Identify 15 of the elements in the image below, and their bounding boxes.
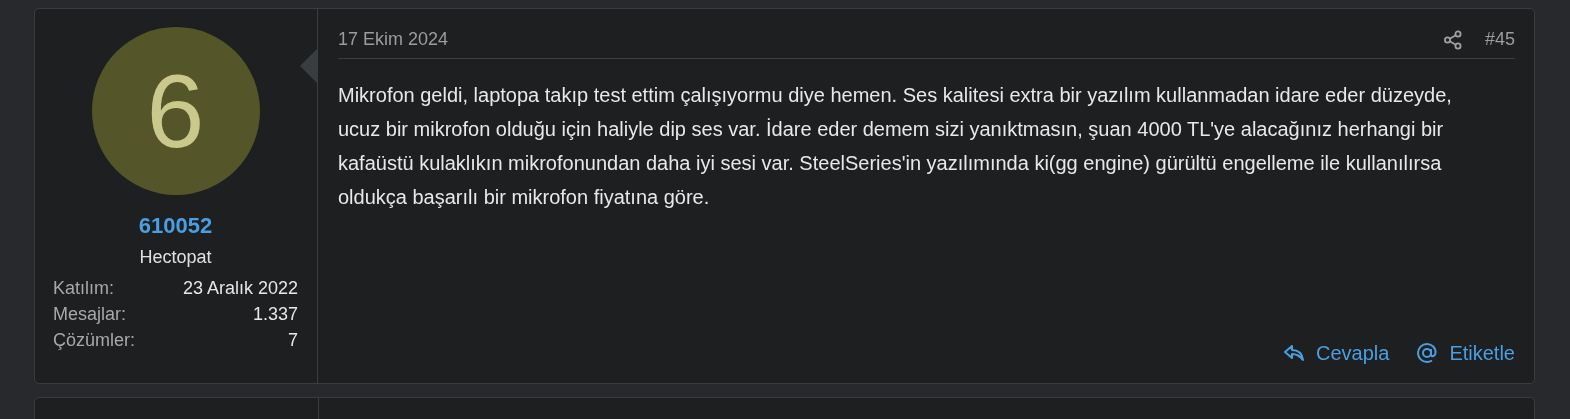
stat-value: 23 Aralık 2022: [182, 278, 298, 299]
stat-label: Çözümler:: [53, 330, 136, 351]
post-body: Mikrofon geldi, laptopa takıp test ettim çalışıyormu diye hemen. Ses kalitesi extra bir yazılım kullanmadan idare eder düzeyde, ucuz bir mikrofon olduğu için haliyle dip ses var. İdare eder demem sizi yanıktmasın, şuan 4000 TL'ye alacağınız herhangi bir kafaüstü kulaklıkın mikrofonundan daha iyi sesi var. SteelSeries'in yazılımında ki(gg engine) gürültü engelleme ile kullanılırsa oldukça başarılı bir mikrofon fiyatına göre.: [338, 83, 1453, 210]
stat-value: 7: [288, 330, 298, 351]
user-title: Hectopat: [139, 247, 212, 268]
username-link[interactable]: 610052: [138, 213, 213, 239]
post-number[interactable]: #45: [1484, 29, 1515, 50]
share-icon[interactable]: [1442, 29, 1463, 50]
mention-button[interactable]: Etiketle: [1415, 341, 1515, 365]
stat-value: 1.337: [252, 304, 298, 325]
stat-label: Katılım:: [53, 278, 114, 299]
post-date[interactable]: 17 Ekim 2024: [338, 29, 1443, 50]
reply-button[interactable]: Cevapla: [1282, 341, 1390, 365]
stat-label: Mesajlar:: [53, 304, 127, 325]
avatar[interactable]: 6: [91, 27, 260, 195]
